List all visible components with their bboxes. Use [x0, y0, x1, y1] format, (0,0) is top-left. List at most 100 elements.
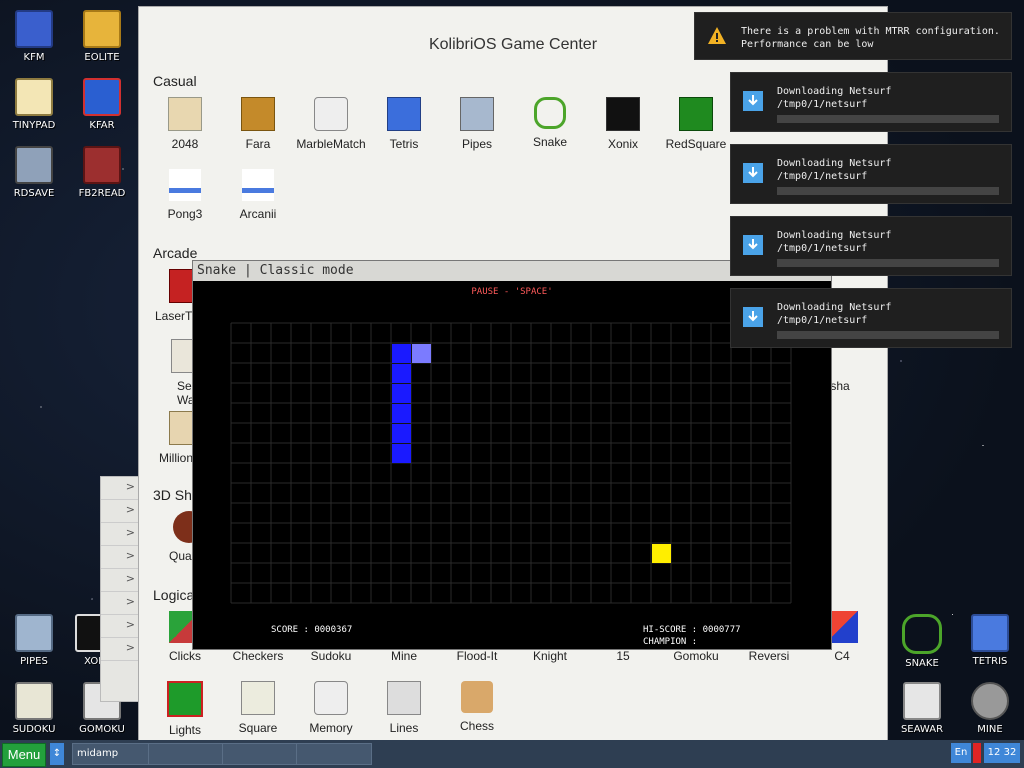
- menu-button[interactable]: Menu: [2, 743, 46, 767]
- status-indicator: [973, 743, 981, 763]
- notepad-icon: [15, 78, 53, 116]
- desktop-icon-tetris[interactable]: TETRIS: [958, 614, 1022, 667]
- tetris-icon: [971, 614, 1009, 652]
- game-snake[interactable]: Snake: [514, 97, 586, 149]
- game-pipes[interactable]: Pipes: [441, 97, 513, 151]
- pong3-icon: [169, 169, 201, 201]
- game-fara-icon: [241, 97, 275, 131]
- taskbar-item[interactable]: [222, 743, 298, 765]
- snake-segment: [392, 364, 411, 383]
- score-label: SCORE : 0000367: [271, 625, 353, 635]
- desktop-icon-fb2read[interactable]: FB2READ: [70, 146, 134, 199]
- side-panel-row[interactable]: >: [101, 569, 139, 592]
- folder-icon: [83, 10, 121, 48]
- hiscore-label: HI-SCORE : 0000777: [643, 625, 741, 635]
- snake-segment: [392, 384, 411, 403]
- snake-segment: [392, 404, 411, 423]
- warning-icon: [708, 27, 726, 44]
- game-lights[interactable]: Lights: [149, 681, 221, 737]
- desktop-icon-kfar[interactable]: KFAR: [70, 78, 134, 131]
- snake-food: [652, 544, 671, 563]
- swap-button[interactable]: ↕: [50, 743, 64, 765]
- game-arcanii[interactable]: Arcanii: [222, 169, 294, 221]
- desktop-icon-kfm[interactable]: KFM: [2, 10, 66, 63]
- game-redsquare[interactable]: RedSquare: [660, 97, 732, 151]
- chess-knight-icon: [461, 681, 493, 713]
- side-panel-row[interactable]: >: [101, 477, 139, 500]
- snake-segment: [392, 444, 411, 463]
- taskbar: Menu ↕ midamp En 12 32: [0, 740, 1024, 768]
- side-panel-row[interactable]: >: [101, 500, 139, 523]
- desktop-icon-tinypad[interactable]: TINYPAD: [2, 78, 66, 131]
- kfar-icon: [83, 78, 121, 116]
- sudoku-icon: [15, 682, 53, 720]
- desktop-icon-sudoku[interactable]: SUDOKU: [2, 682, 66, 735]
- game-marblematch[interactable]: MarbleMatch: [295, 97, 367, 151]
- taskbar-item[interactable]: [296, 743, 372, 765]
- square-icon: [241, 681, 275, 715]
- download-icon: [743, 91, 763, 111]
- desktop-icon-eolite[interactable]: EOLITE: [70, 10, 134, 63]
- side-panel-row[interactable]: >: [101, 638, 139, 661]
- desktop-icon-mine[interactable]: MINE: [958, 682, 1022, 735]
- notification-download[interactable]: Downloading Netsurf /tmp0/1/netsurf: [730, 144, 1012, 204]
- snake-icon: [902, 614, 942, 654]
- snake-segment: [392, 344, 411, 363]
- section-casual: Casual: [153, 73, 197, 89]
- desktop-icon-seawar[interactable]: SEAWAR: [890, 682, 954, 735]
- game-xonix[interactable]: Xonix: [587, 97, 659, 151]
- taskbar-item[interactable]: [148, 743, 224, 765]
- taskbar-item[interactable]: midamp: [72, 743, 150, 765]
- redsquare-icon: [679, 97, 713, 131]
- notification-download[interactable]: Downloading Netsurf /tmp0/1/netsurf: [730, 216, 1012, 276]
- game-2048[interactable]: 2048: [149, 97, 221, 151]
- notification-download[interactable]: Downloading Netsurf /tmp0/1/netsurf: [730, 72, 1012, 132]
- snake-segment: [392, 424, 411, 443]
- game-memory[interactable]: Memory: [295, 681, 367, 735]
- floppy-icon: [15, 10, 53, 48]
- rdsave-icon: [15, 146, 53, 184]
- game-square[interactable]: Square: [222, 681, 294, 735]
- lights-icon: [167, 681, 203, 717]
- download-progress-bar: [777, 331, 999, 339]
- side-panel-row[interactable]: >: [101, 592, 139, 615]
- download-icon: [743, 235, 763, 255]
- pipes-icon: [460, 97, 494, 131]
- game-fara[interactable]: Fara: [222, 97, 294, 151]
- mine-icon: [971, 682, 1009, 720]
- gamepad-icon: [314, 681, 348, 715]
- clock[interactable]: 12 32: [984, 743, 1020, 763]
- game-pong3[interactable]: Pong3: [149, 169, 221, 221]
- game-chess[interactable]: Chess: [441, 681, 513, 733]
- download-icon: [743, 307, 763, 327]
- notification-mtrr-warning[interactable]: There is a problem with MTRR configurati…: [694, 12, 1012, 60]
- xonix-icon: [606, 97, 640, 131]
- gamepad-icon: [314, 97, 348, 131]
- section-arcade: Arcade: [153, 245, 198, 261]
- game-tetris[interactable]: Tetris: [368, 97, 440, 151]
- side-panel-row[interactable]: >: [101, 546, 139, 569]
- download-progress-bar: [777, 115, 999, 123]
- tetris-icon: [387, 97, 421, 131]
- lines-icon: [387, 681, 421, 715]
- fb2-icon: [83, 146, 121, 184]
- game-2048-icon: [168, 97, 202, 131]
- section-logical: Logica: [153, 587, 195, 603]
- section-shooters: 3D Sh: [153, 487, 192, 503]
- desktop-icon-rdsave[interactable]: RDSAVE: [2, 146, 66, 199]
- notification-download[interactable]: Downloading Netsurf /tmp0/1/netsurf: [730, 288, 1012, 348]
- pipes-icon: [15, 614, 53, 652]
- champion-label: CHAMPION :: [643, 637, 698, 647]
- language-indicator[interactable]: En: [951, 743, 971, 763]
- side-panel: > > > > > > > >: [100, 476, 140, 702]
- download-progress-bar: [777, 187, 999, 195]
- seawar-icon: [903, 682, 941, 720]
- side-panel-row[interactable]: >: [101, 615, 139, 638]
- game-lines[interactable]: Lines: [368, 681, 440, 735]
- side-panel-row[interactable]: >: [101, 523, 139, 546]
- desktop-icon-pipes[interactable]: PIPES: [2, 614, 66, 667]
- snake-head: [412, 344, 431, 363]
- download-progress-bar: [777, 259, 999, 267]
- desktop-icon-snake[interactable]: SNAKE: [890, 614, 954, 669]
- arcanii-icon: [242, 169, 274, 201]
